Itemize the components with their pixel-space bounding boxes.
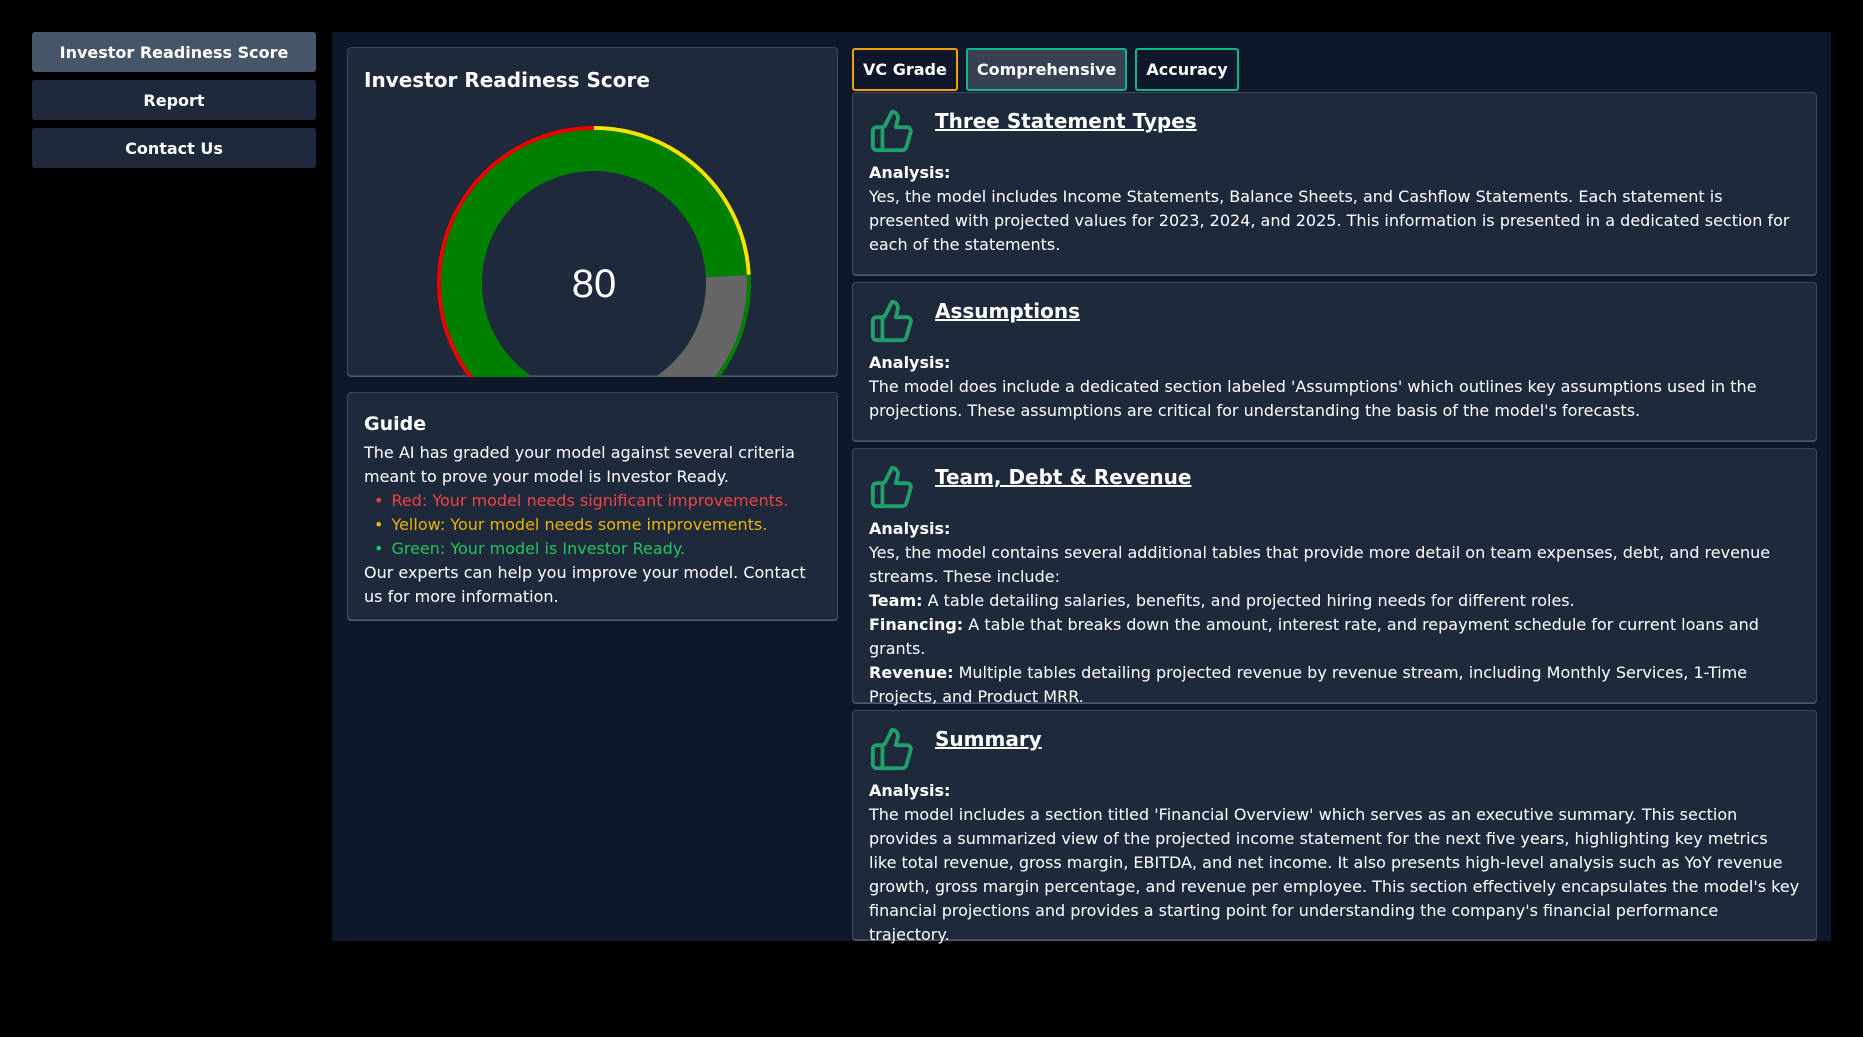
section-card-three-statement-types: Three Statement Types Analysis: Yes, the… bbox=[852, 92, 1817, 275]
sidebar-item-report[interactable]: Report bbox=[32, 80, 316, 120]
section-card-summary: Summary Analysis: The model includes a s… bbox=[852, 710, 1817, 944]
guide-intro: The AI has graded your model against sev… bbox=[364, 443, 795, 486]
gauge-value: 80 bbox=[572, 262, 617, 306]
guide-legend: Red: Your model needs significant improv… bbox=[374, 489, 821, 561]
tab-comprehensive[interactable]: Comprehensive bbox=[965, 48, 1128, 91]
sidebar: Investor Readiness Score Report Contact … bbox=[32, 32, 316, 176]
section-title[interactable]: Three Statement Types bbox=[935, 109, 1197, 133]
team-line: Team: A table detailing salaries, benefi… bbox=[869, 589, 1800, 613]
gauge-remaining-arc bbox=[658, 274, 747, 377]
tab-accuracy[interactable]: Accuracy bbox=[1135, 48, 1239, 91]
financing-text: A table that breaks down the amount, int… bbox=[869, 615, 1759, 658]
section-title[interactable]: Team, Debt & Revenue bbox=[935, 465, 1191, 489]
section-card-team-debt-revenue: Team, Debt & Revenue Analysis: Yes, the … bbox=[852, 448, 1817, 706]
financing-label: Financing: bbox=[869, 615, 964, 634]
thumbs-up-icon bbox=[870, 465, 913, 509]
tab-bar: VC Grade Comprehensive Accuracy bbox=[852, 48, 1239, 91]
analysis-label: Analysis: bbox=[869, 781, 951, 800]
guide-outro: Our experts can help you improve your mo… bbox=[364, 563, 806, 606]
analysis-label: Analysis: bbox=[869, 519, 951, 538]
analysis-label: Analysis: bbox=[869, 353, 951, 372]
guide-card: Guide The AI has graded your model again… bbox=[347, 392, 838, 620]
guide-red-item: Red: Your model needs significant improv… bbox=[374, 489, 821, 513]
revenue-line: Revenue: Multiple tables detailing proje… bbox=[869, 661, 1800, 709]
gauge-card: Investor Readiness Score 80 0 100 bbox=[347, 47, 838, 377]
revenue-text: Multiple tables detailing projected reve… bbox=[869, 663, 1748, 706]
thumbs-up-icon bbox=[870, 727, 913, 771]
guide-yellow-item: Yellow: Your model needs some improvemen… bbox=[374, 513, 821, 537]
team-text: A table detailing salaries, benefits, an… bbox=[927, 591, 1575, 610]
analysis-text: Yes, the model includes Income Statement… bbox=[869, 187, 1790, 254]
tab-vc-grade[interactable]: VC Grade bbox=[852, 48, 958, 91]
guide-green-item: Green: Your model is Investor Ready. bbox=[374, 537, 821, 561]
thumbs-up-icon bbox=[870, 299, 913, 343]
sidebar-item-investor-readiness-score[interactable]: Investor Readiness Score bbox=[32, 32, 316, 72]
financing-line: Financing: A table that breaks down the … bbox=[869, 613, 1800, 661]
analysis-text: Yes, the model contains several addition… bbox=[869, 543, 1771, 586]
analysis-text: The model includes a section titled 'Fin… bbox=[869, 805, 1800, 944]
revenue-label: Revenue: bbox=[869, 663, 954, 682]
guide-title: Guide bbox=[364, 413, 427, 435]
thumbs-up-icon bbox=[870, 109, 913, 153]
section-title[interactable]: Summary bbox=[935, 727, 1042, 751]
analysis-label: Analysis: bbox=[869, 163, 951, 182]
sidebar-item-contact-us[interactable]: Contact Us bbox=[32, 128, 316, 168]
section-title[interactable]: Assumptions bbox=[935, 299, 1080, 323]
analysis-text: The model does include a dedicated secti… bbox=[869, 377, 1757, 420]
score-gauge: 80 0 100 bbox=[437, 126, 751, 377]
section-card-assumptions: Assumptions Analysis: The model does inc… bbox=[852, 282, 1817, 441]
team-label: Team: bbox=[869, 591, 923, 610]
main-panel: Investor Readiness Score 80 0 100 Guide … bbox=[332, 32, 1831, 944]
